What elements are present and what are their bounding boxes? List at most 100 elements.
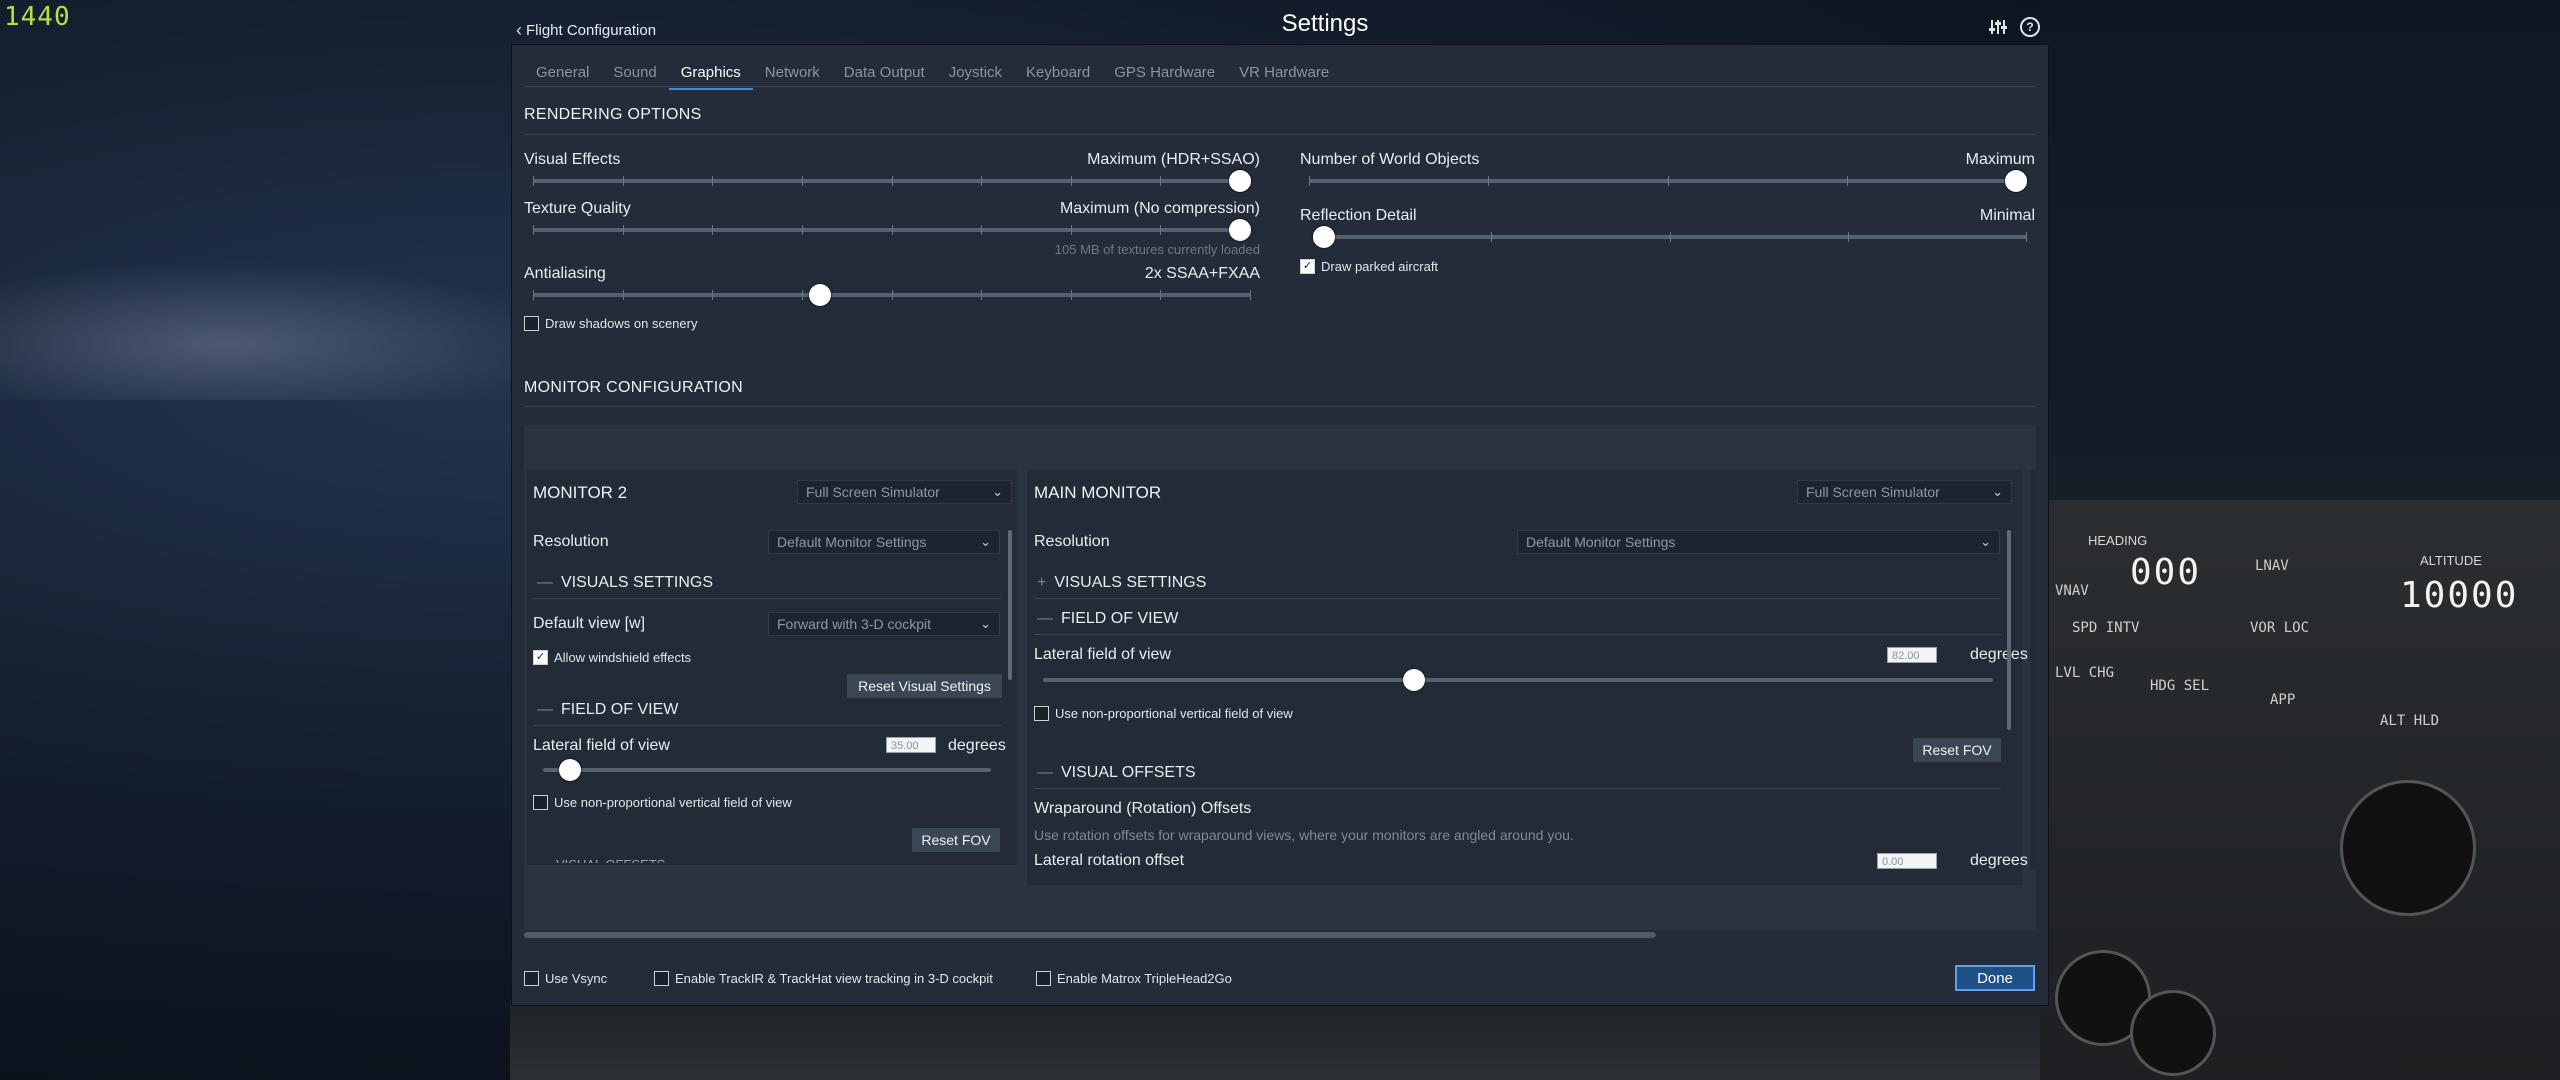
reflection-detail-label: Reflection Detail [1300, 207, 1417, 224]
chevron-left-icon: ‹ [516, 20, 522, 40]
degrees-unit: degrees [1970, 852, 2028, 869]
lateral-rotation-label: Lateral rotation offset [1034, 852, 1185, 869]
slider-thumb[interactable] [2005, 170, 2027, 192]
tab-data-output[interactable]: Data Output [832, 60, 937, 85]
hud-heading-label: HEADING [2088, 533, 2148, 548]
main-visual-offsets-heading[interactable]: — VISUAL OFFSETS [1037, 764, 1196, 782]
trackir-checkbox[interactable]: Enable TrackIR & TrackHat view tracking … [654, 971, 993, 986]
slider-tick [622, 176, 624, 186]
default-view-dropdown[interactable]: Forward with 3-D cockpit ⌄ [768, 612, 1000, 636]
sliders-icon[interactable] [1988, 17, 2008, 37]
matrox-checkbox[interactable]: Enable Matrox TripleHead2Go [1036, 971, 1232, 986]
slider-thumb[interactable] [1229, 219, 1251, 241]
slider-thumb[interactable] [1313, 226, 1335, 248]
world-objects-slider[interactable] [1309, 170, 2027, 192]
tab-joystick[interactable]: Joystick [937, 60, 1014, 85]
tab-graphics[interactable]: Graphics [668, 60, 753, 90]
main-resolution-dropdown[interactable]: Default Monitor Settings ⌄ [1517, 530, 2000, 554]
slider-thumb[interactable] [1229, 170, 1251, 192]
main-fov-slider[interactable] [1043, 669, 1993, 691]
use-vsync-checkbox[interactable]: Use Vsync [524, 971, 607, 986]
hud-app: APP [2270, 692, 2296, 708]
default-view-label: Default view [w] [533, 615, 646, 632]
texture-quality-slider[interactable] [533, 219, 1251, 241]
wraparound-offsets-heading: Wraparound (Rotation) Offsets [1034, 800, 1252, 817]
main-reset-fov-button[interactable]: Reset FOV [1913, 738, 2001, 762]
monitor-2-reset-fov-button[interactable]: Reset FOV [912, 828, 1000, 852]
slider-tick [891, 290, 893, 300]
main-nonprop-checkbox[interactable]: Use non-proportional vertical field of v… [1034, 706, 1293, 721]
slider-tick [801, 225, 803, 235]
texture-memory-hint: 105 MB of textures currently loaded [1054, 242, 1260, 257]
draw-shadows-label: Draw shadows on scenery [545, 316, 698, 331]
checkbox-box [1034, 706, 1049, 721]
back-to-flight-configuration-link[interactable]: ‹ Flight Configuration [516, 20, 656, 41]
chevron-down-icon: ⌄ [980, 616, 991, 631]
slider-tick [1250, 290, 1251, 300]
draw-parked-aircraft-checkbox[interactable]: ✓ Draw parked aircraft [1300, 259, 1438, 274]
monitor-2-lateral-fov-label: Lateral field of view [533, 737, 670, 754]
monitor-horizontal-scrollbar[interactable] [524, 932, 1656, 938]
slider-track [543, 768, 991, 772]
monitor-2-nonprop-checkbox[interactable]: Use non-proportional vertical field of v… [533, 795, 792, 810]
section-label: VISUAL OFFSETS [1061, 764, 1196, 781]
main-monitor-scrollbar[interactable] [2007, 530, 2011, 730]
slider-tick [801, 176, 803, 186]
slider-track [1043, 678, 1993, 682]
slider-tick [622, 225, 624, 235]
slider-tick [801, 290, 803, 300]
tab-keyboard[interactable]: Keyboard [1014, 60, 1102, 85]
main-monitor-title: MAIN MONITOR [1034, 483, 1162, 502]
sub-divider [533, 725, 1001, 726]
main-fov-heading[interactable]: — FIELD OF VIEW [1037, 610, 1178, 628]
draw-shadows-checkbox[interactable]: Draw shadows on scenery [524, 316, 697, 331]
slider-thumb[interactable] [558, 759, 581, 781]
slider-tick [1070, 225, 1072, 235]
lateral-rotation-input[interactable]: 0.00 [1877, 853, 1937, 869]
reset-visual-settings-button[interactable]: Reset Visual Settings [847, 674, 1002, 698]
main-monitor-mode-dropdown[interactable]: Full Screen Simulator ⌄ [1797, 480, 2012, 504]
slider-tick [712, 225, 714, 235]
allow-windshield-checkbox[interactable]: ✓ Allow windshield effects [533, 650, 691, 665]
reflection-detail-slider[interactable] [1313, 226, 2027, 248]
tab-vr-hardware[interactable]: VR Hardware [1227, 60, 1341, 85]
header-icons: ? [1988, 17, 2040, 37]
slider-thumb[interactable] [1402, 669, 1425, 691]
tab-network[interactable]: Network [753, 60, 832, 85]
page-title: Settings [1281, 10, 1369, 37]
slider-tick [891, 176, 893, 186]
monitor-3-card-edge [2030, 470, 2036, 870]
help-icon[interactable]: ? [2020, 17, 2040, 37]
monitor-2-fov-slider[interactable] [543, 759, 991, 781]
monitor-2-resolution-dropdown[interactable]: Default Monitor Settings ⌄ [768, 530, 1000, 554]
monitor-2-lateral-fov-input[interactable]: 35.00 [886, 737, 936, 753]
dropdown-value: Default Monitor Settings [1526, 534, 1676, 550]
checkbox-box: ✓ [533, 650, 548, 665]
slider-tick [1491, 232, 1493, 242]
slider-tick [1309, 176, 1310, 186]
done-button[interactable]: Done [1955, 965, 2035, 991]
monitor-2-visuals-heading[interactable]: — VISUALS SETTINGS [537, 574, 713, 592]
antialiasing-slider[interactable] [533, 284, 1251, 306]
monitor-2-mode-dropdown[interactable]: Full Screen Simulator ⌄ [797, 480, 1012, 504]
dropdown-value: Full Screen Simulator [1806, 484, 1940, 500]
slider-tick [1847, 232, 1849, 242]
monitor-2-fov-heading[interactable]: — FIELD OF VIEW [537, 701, 678, 719]
section-label: VISUALS SETTINGS [1054, 574, 1207, 591]
visual-effects-slider[interactable] [533, 170, 1251, 192]
slider-tick [1160, 290, 1162, 300]
tab-gps-hardware[interactable]: GPS Hardware [1102, 60, 1227, 85]
slider-thumb[interactable] [809, 284, 832, 306]
slider-tick [981, 176, 983, 186]
allow-windshield-label: Allow windshield effects [554, 650, 692, 665]
monitor-2-scrollbar[interactable] [1008, 530, 1012, 680]
texture-quality-label: Texture Quality [524, 200, 631, 217]
main-visuals-heading[interactable]: + VISUALS SETTINGS [1037, 574, 1206, 592]
tab-sound[interactable]: Sound [601, 60, 668, 85]
fps-counter: 1440 [4, 2, 71, 32]
collapse-icon: — [537, 574, 553, 591]
tab-general[interactable]: General [524, 60, 601, 85]
cockpit-lower-panel [510, 1000, 2040, 1080]
main-lateral-fov-input[interactable]: 82.00 [1887, 647, 1937, 663]
city-lights-background [0, 260, 560, 400]
